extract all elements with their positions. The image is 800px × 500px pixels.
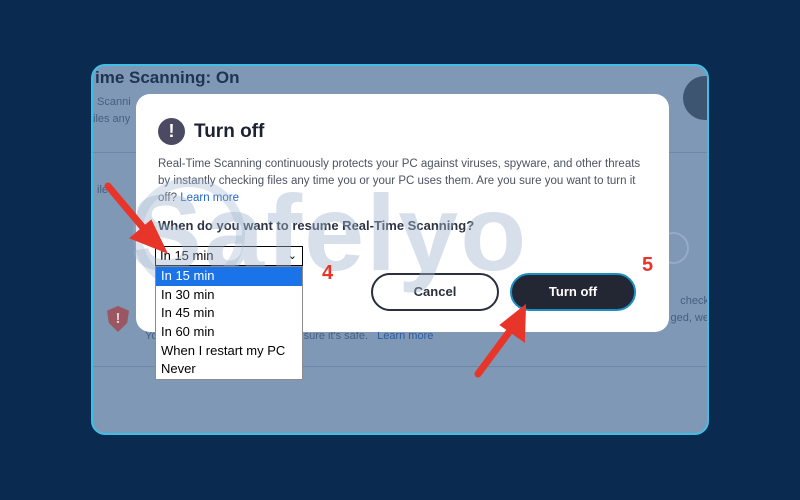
annotation-arrows: [104, 182, 527, 378]
screenshot-stage: ime Scanning: On Scanni iles any ile ! c…: [0, 0, 800, 500]
arrow-to-select: [104, 182, 169, 254]
arrow-to-turn-off: [474, 303, 527, 378]
